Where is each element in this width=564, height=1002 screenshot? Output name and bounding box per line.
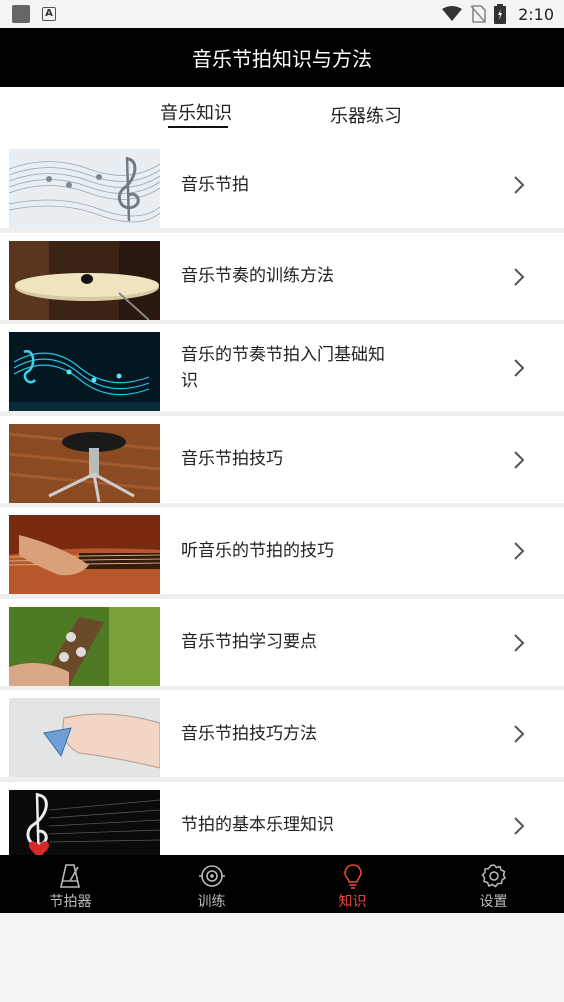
nav-training[interactable]: 训练: [141, 855, 282, 913]
list-item[interactable]: 音乐节拍技巧方法: [0, 690, 564, 777]
article-list[interactable]: 音乐节拍 音乐节奏的训练方法 音乐的节奏节拍入门基础知识 音乐节拍技巧 听音乐的…: [0, 141, 564, 855]
battery-icon: [494, 4, 507, 24]
nav-metronome[interactable]: 节拍器: [0, 855, 141, 913]
chevron-right-icon: [514, 633, 525, 652]
sheet-music-image: [9, 149, 160, 228]
clock-time: 2:10: [518, 4, 554, 24]
nav-knowledge[interactable]: 知识: [282, 855, 423, 913]
training-icon: [198, 865, 225, 887]
list-item[interactable]: 音乐节拍技巧: [0, 415, 564, 503]
nav-label: 知识: [338, 894, 367, 910]
nav-label: 节拍器: [49, 894, 92, 910]
lightbulb-icon: [343, 864, 362, 889]
chevron-right-icon: [514, 176, 525, 194]
list-item-label: 节拍的基本乐理知识: [181, 815, 334, 835]
settings-gear-icon: [481, 864, 506, 888]
list-item[interactable]: 音乐的节奏节拍入门基础知识: [0, 324, 564, 411]
list-item[interactable]: 音乐节奏的训练方法: [0, 232, 564, 320]
nav-settings[interactable]: 设置: [423, 855, 564, 913]
metronome-icon: [59, 864, 80, 888]
list-item[interactable]: 节拍的基本乐理知识: [0, 781, 564, 855]
status-bar: A 2:10: [0, 0, 564, 28]
list-item-label: 音乐节拍: [181, 174, 249, 195]
wifi-icon: [442, 6, 463, 21]
active-tab-indicator: [168, 126, 228, 128]
nav-label: 训练: [197, 894, 226, 910]
guitar-pick-image: [9, 698, 160, 777]
chevron-right-icon: [514, 450, 525, 469]
music-notes-blue-image: [9, 332, 160, 411]
bottom-navigation: 节拍器 训练 知识 设置: [0, 855, 564, 913]
list-item-label: 音乐节拍技巧: [181, 449, 283, 469]
no-sim-icon: [470, 5, 486, 23]
page-title-bar: 音乐节拍知识与方法: [0, 28, 564, 87]
list-item-label: 音乐节奏的训练方法: [181, 266, 334, 286]
list-item-label: 音乐的节奏节拍入门基础知识: [181, 344, 385, 391]
nav-label: 设置: [479, 894, 508, 910]
page-title: 音乐节拍知识与方法: [192, 47, 372, 71]
empty-area: [0, 913, 564, 1002]
drum-stool-image: [9, 423, 160, 503]
chevron-right-icon: [514, 359, 525, 377]
notification-a-icon: A: [42, 7, 56, 21]
status-icons: 2:10: [442, 3, 554, 25]
cymbal-image: [9, 240, 160, 320]
chevron-right-icon: [514, 267, 525, 286]
list-item-label: 音乐节拍学习要点: [181, 632, 317, 652]
tab-instrument-practice[interactable]: 乐器练习: [330, 102, 402, 128]
list-item-label: 听音乐的节拍的技巧: [181, 540, 334, 561]
list-item[interactable]: 音乐节拍学习要点: [0, 598, 564, 686]
tab-bar: 音乐知识 乐器练习: [0, 87, 564, 141]
notification-square-icon: [12, 5, 30, 23]
chevron-right-icon: [514, 725, 525, 743]
chevron-right-icon: [514, 816, 525, 835]
treble-clef-heart-image: [9, 789, 160, 855]
tab-music-knowledge[interactable]: 音乐知识: [160, 99, 232, 125]
chevron-right-icon: [514, 542, 525, 560]
list-item[interactable]: 听音乐的节拍的技巧: [0, 507, 564, 594]
list-item-label: 音乐节拍技巧方法: [181, 723, 317, 744]
guitar-tuning-image: [9, 606, 160, 686]
list-item[interactable]: 音乐节拍: [0, 141, 564, 228]
guitar-strumming-image: [9, 515, 160, 594]
